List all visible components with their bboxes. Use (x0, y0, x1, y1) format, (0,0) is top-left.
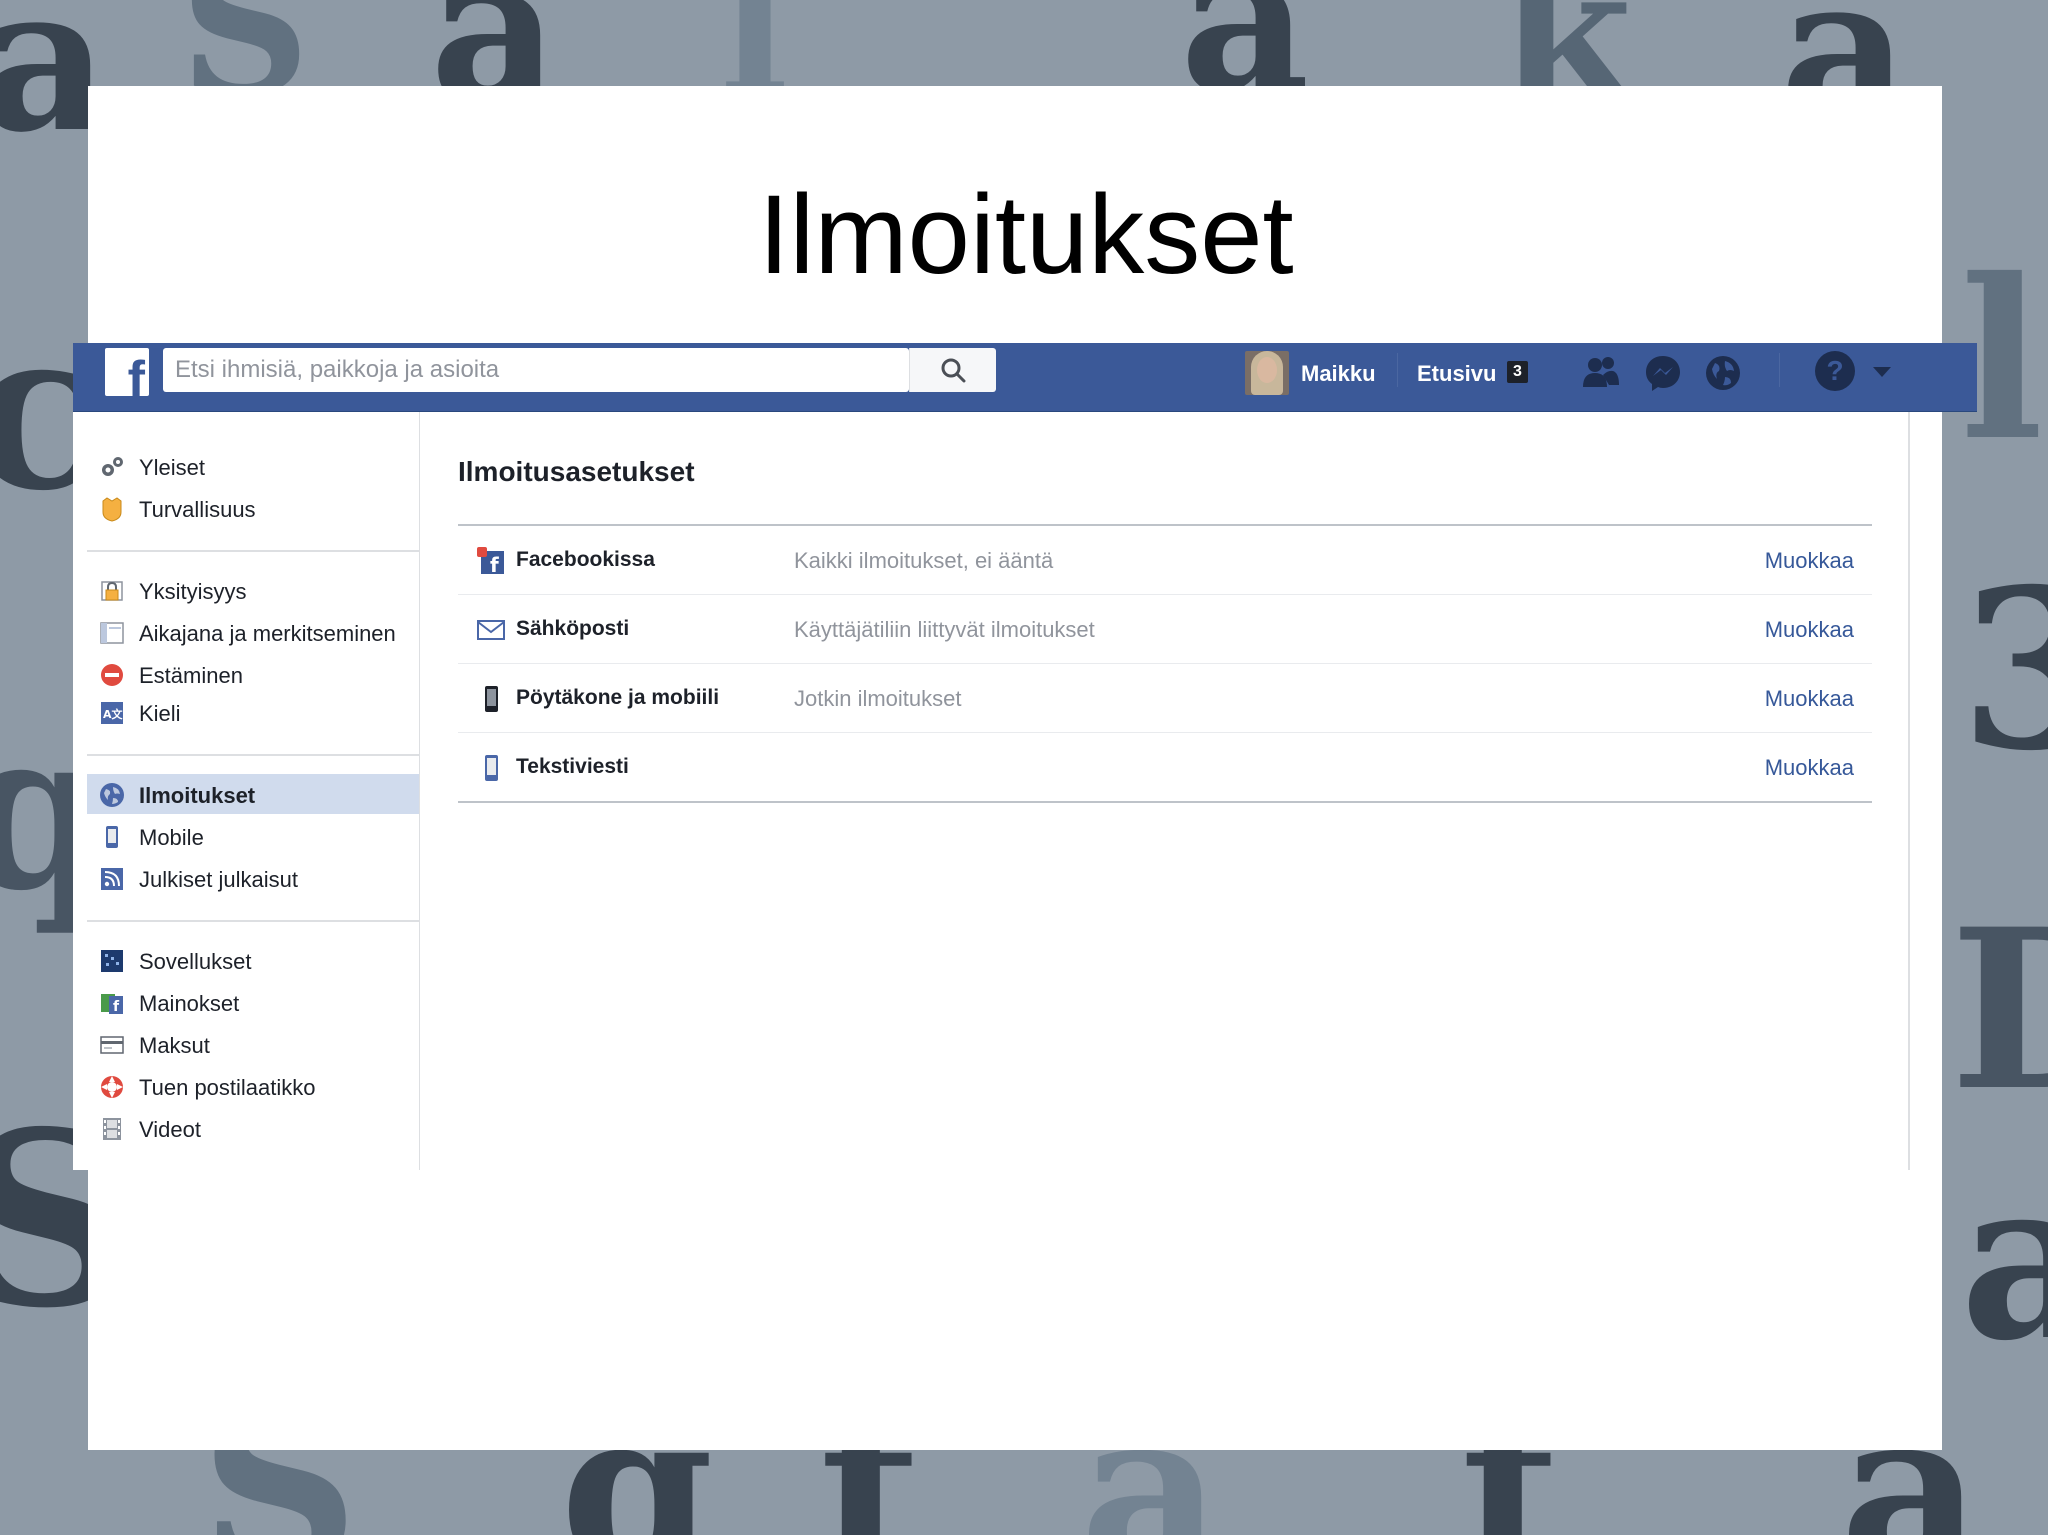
account-menu-caret-icon[interactable] (1873, 367, 1891, 377)
settings-row-email: Sähköposti Käyttäjätiliin liittyvät ilmo… (458, 594, 1872, 663)
nav-separator (1779, 353, 1780, 387)
sidebar-item-payments[interactable]: Maksut (87, 1024, 419, 1064)
settings-row-desktop-mobile: Pöytäkone ja mobiili Jotkin ilmoitukset … (458, 663, 1872, 732)
settings-row-text-message: Tekstiviesti Muokkaa (458, 732, 1872, 801)
sidebar-item-privacy[interactable]: Yksityisyys (87, 570, 419, 610)
mobile-device-icon (485, 686, 498, 712)
sidebar-divider (87, 550, 419, 552)
search-icon (941, 358, 966, 383)
edit-link[interactable]: Muokkaa (1765, 686, 1854, 712)
lock-icon (101, 581, 123, 601)
language-icon: A文 (101, 702, 124, 724)
avatar (1245, 351, 1289, 395)
edit-link[interactable]: Muokkaa (1765, 548, 1854, 574)
sidebar-item-language[interactable]: A文 Kieli (87, 692, 419, 732)
profile-name: Maikku (1301, 361, 1376, 386)
phone-icon (106, 826, 118, 848)
svg-text:f: f (113, 999, 120, 1015)
sidebar-divider (87, 754, 419, 756)
edit-link[interactable]: Muokkaa (1765, 617, 1854, 643)
svg-text:f: f (490, 553, 499, 576)
sidebar-item-notifications[interactable]: Ilmoitukset (87, 774, 419, 814)
card-icon (100, 1036, 124, 1054)
sidebar-item-public-posts[interactable]: Julkiset julkaisut (87, 858, 419, 898)
facebook-logo-icon[interactable]: f (105, 348, 149, 396)
notifications-globe-icon[interactable] (1703, 353, 1743, 393)
globe-icon (100, 783, 124, 807)
sidebar-item-mobile[interactable]: Mobile (87, 816, 419, 856)
content-right-border (1908, 412, 1910, 1170)
sidebar-item-blocking[interactable]: Estäminen (87, 654, 419, 694)
search-box (163, 348, 996, 392)
film-icon (103, 1118, 121, 1140)
nav-separator (1397, 353, 1398, 387)
ads-icon: f (101, 994, 123, 1015)
home-link[interactable]: Etusivu (1417, 361, 1496, 387)
notification-settings-list: f Facebookissa Kaikki ilmoitukset, ei ää… (458, 524, 1872, 803)
sidebar-item-support-inbox[interactable]: Tuen postilaatikko (87, 1066, 419, 1106)
sidebar-item-security[interactable]: Turvallisuus (87, 488, 419, 528)
lifebuoy-icon (101, 1076, 123, 1098)
gears-icon (102, 457, 123, 476)
facebook-top-bar: f Maikku Etusivu 3 ? (73, 343, 1977, 412)
rss-icon (101, 868, 123, 890)
settings-sidebar: Yleiset Turvallisuus Yksityisyys Aikajan… (73, 412, 420, 1170)
svg-text:A文: A文 (103, 707, 124, 721)
edit-link[interactable]: Muokkaa (1765, 755, 1854, 781)
search-input[interactable] (163, 348, 903, 392)
slide-title: Ilmoitukset (758, 172, 1294, 297)
sidebar-item-timeline[interactable]: Aikajana ja merkitseminen (87, 612, 419, 652)
page-title: Ilmoitusasetukset (458, 456, 695, 487)
facebook-notification-icon: f (477, 547, 504, 576)
sidebar-item-general[interactable]: Yleiset (87, 446, 419, 486)
friend-requests-icon[interactable] (1581, 353, 1621, 393)
search-button[interactable] (909, 348, 996, 392)
sidebar-item-videos[interactable]: Videot (87, 1108, 419, 1148)
messenger-icon[interactable] (1643, 353, 1683, 393)
home-count-badge: 3 (1507, 361, 1528, 383)
block-icon (101, 664, 123, 686)
timeline-icon (100, 622, 124, 644)
envelope-icon (477, 620, 505, 640)
help-icon[interactable]: ? (1815, 351, 1855, 391)
settings-row-on-facebook: f Facebookissa Kaikki ilmoitukset, ei ää… (458, 526, 1872, 594)
sidebar-item-apps[interactable]: Sovellukset (87, 940, 419, 980)
sidebar-divider (87, 920, 419, 922)
sidebar-item-ads[interactable]: f Mainokset (87, 982, 419, 1022)
badge-icon (102, 497, 122, 522)
apps-icon (101, 950, 123, 972)
phone-icon (485, 755, 498, 781)
